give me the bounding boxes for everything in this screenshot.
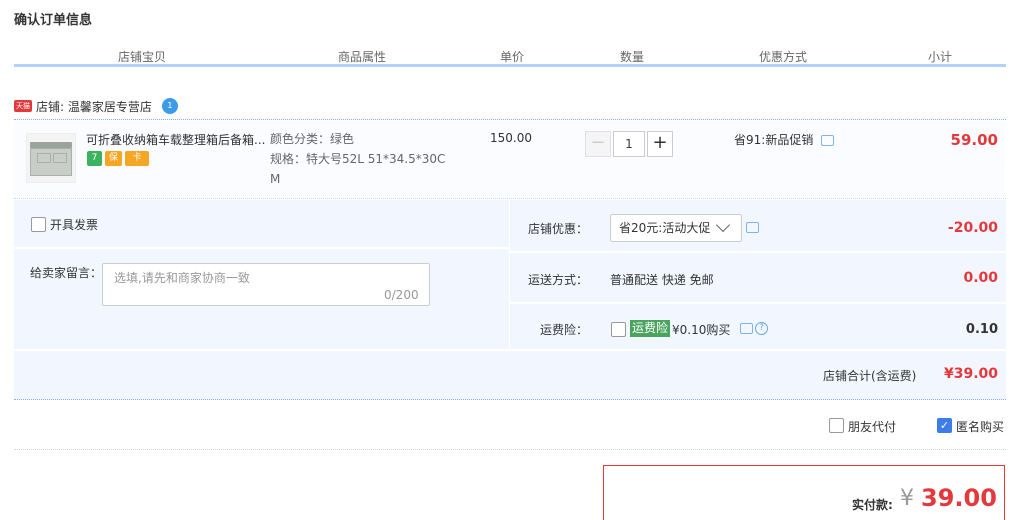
guarantee-icon[interactable]: 保: [105, 151, 122, 166]
product-image-body: [30, 148, 72, 176]
friend-pay-checkbox[interactable]: [829, 418, 844, 433]
anonymous-checkbox[interactable]: ✓: [937, 418, 952, 433]
quantity-minus-button[interactable]: −: [585, 131, 611, 157]
page-title: 确认订单信息: [14, 13, 93, 28]
unit-price: 150.00: [490, 131, 532, 145]
attr-spec: 规格：特大号52L 51*34.5*30C: [270, 152, 446, 166]
insurance-price: ¥0.10购买: [672, 323, 731, 337]
col-header-attributes: 商品属性: [337, 50, 386, 64]
promo-comment-icon[interactable]: [821, 135, 835, 146]
discount-comment-icon[interactable]: [746, 222, 759, 233]
shop-discount-amount: -20.00: [947, 220, 998, 236]
shop-discount-label: 店铺优惠：: [527, 222, 588, 236]
quantity-stepper: − 1 +: [585, 131, 673, 157]
promo-text: 省91:新品促销: [734, 131, 835, 148]
row-divider: [510, 251, 1006, 253]
header-divider: [14, 64, 1006, 67]
shop-total-label: 店铺合计(含运费): [823, 369, 917, 383]
col-header-discount: 优惠方式: [758, 50, 807, 64]
attr-color: 颜色分类：绿色: [270, 132, 355, 146]
wangwang-chat-icon[interactable]: 1: [161, 98, 178, 114]
col-header-unit-price: 单价: [499, 50, 524, 64]
message-char-count: 0/200: [384, 288, 419, 302]
quantity-plus-button[interactable]: +: [647, 131, 673, 157]
panel-left-divider: [14, 247, 509, 249]
insurance-label: 运费险：: [539, 323, 588, 337]
invoice-checkbox[interactable]: [31, 217, 46, 232]
product-name-link[interactable]: 可折叠收纳箱车载整理箱后备箱...: [86, 131, 268, 148]
col-header-shop-item: 店铺宝贝: [117, 50, 166, 64]
message-label: 给卖家留言：: [30, 266, 103, 280]
shop-row: 天猫 店铺: 温馨家居专营店 1: [14, 96, 178, 116]
shipping-amount: 0.00: [963, 270, 998, 286]
final-currency: ¥: [900, 486, 914, 511]
anonymous-label[interactable]: 匿名购买: [956, 418, 1004, 435]
final-payment-amount: 39.00: [921, 484, 997, 512]
options-divider: [14, 449, 1006, 450]
shop-name[interactable]: 店铺: 温馨家居专营店: [36, 98, 152, 115]
item-subtotal: 59.00: [950, 131, 998, 149]
promo-label: 省91:新品促销: [734, 133, 814, 147]
quantity-input[interactable]: 1: [613, 131, 645, 157]
invoice-label[interactable]: 开具发票: [50, 216, 98, 233]
help-icon[interactable]: ?: [755, 322, 768, 335]
attr-spec-cont: M: [270, 172, 281, 186]
shop-divider: [14, 119, 1006, 120]
insurance-comment-icon[interactable]: [740, 323, 753, 334]
seven-day-return-icon[interactable]: 7: [87, 151, 102, 166]
message-placeholder: 选填,请先和商家协商一致: [114, 271, 250, 285]
row-divider: [14, 349, 1006, 351]
insurance-checkbox[interactable]: [611, 322, 626, 337]
shipping-label: 运送方式：: [527, 273, 588, 287]
tmall-icon: 天猫: [14, 100, 32, 112]
shipping-method: 普通配送 快递 免邮: [610, 273, 714, 287]
row-divider: [510, 302, 1006, 304]
friend-pay-label[interactable]: 朋友代付: [848, 418, 896, 435]
credit-card-icon[interactable]: 卡: [125, 151, 149, 166]
insurance-amount: 0.10: [965, 322, 998, 337]
shop-total-amount: ¥39.00: [943, 366, 998, 382]
col-header-quantity: 数量: [619, 50, 644, 64]
col-header-subtotal: 小计: [927, 50, 952, 64]
final-payment-label: 实付款:: [852, 498, 893, 512]
insurance-badge: 运费险: [630, 320, 671, 337]
